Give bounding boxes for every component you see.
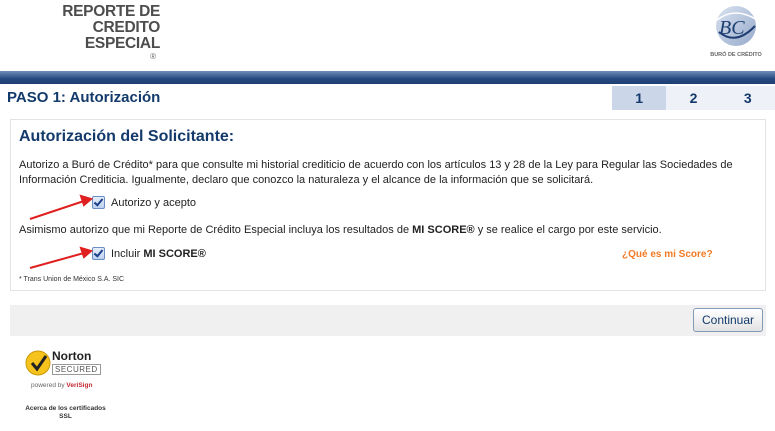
- score-text-after: y se realice el cargo por este servicio.: [474, 224, 662, 236]
- reporte-credito-especial-logo: REPORTE DE CREDITO ESPECIAL ®: [20, 4, 160, 62]
- score-authorization-text: Asimismo autorizo que mi Reporte de Créd…: [19, 224, 662, 236]
- ssl-link-line1: Acerca de los certificados: [25, 405, 106, 412]
- authorization-panel: Autorización del Solicitante: Autorizo a…: [10, 119, 766, 291]
- bc-emblem-icon: BC: [716, 6, 758, 46]
- powered-by-text: powered by VeriSign: [31, 382, 92, 389]
- step-row: PASO 1: Autorización 1 2 3: [0, 86, 775, 110]
- authorization-text: Autorizo a Buró de Crédito* para que con…: [19, 159, 733, 186]
- score-text-bold: MI SCORE®: [412, 224, 475, 236]
- continue-button[interactable]: Continuar: [693, 308, 763, 332]
- powered-brand: VeriSign: [66, 382, 93, 389]
- logo-line-1: REPORTE DE: [62, 3, 160, 20]
- powered-prefix: powered by: [31, 382, 67, 389]
- ssl-link-line2: SSL: [59, 413, 72, 420]
- include-score-checkbox[interactable]: [92, 247, 105, 260]
- ssl-certificates-link[interactable]: Acerca de los certificados SSL: [18, 405, 113, 421]
- panel-title: Autorización del Solicitante:: [19, 128, 235, 145]
- svg-text:BC: BC: [719, 17, 745, 39]
- logo-line-2: CREDITO ESPECIAL: [84, 19, 160, 52]
- authorize-checkbox-label: Autorizo y acepto: [111, 196, 196, 209]
- logo-registered-mark: ®: [150, 52, 156, 61]
- norton-secured-seal[interactable]: Norton SECURED powered by VeriSign: [25, 346, 105, 396]
- authorize-checkbox[interactable]: [92, 196, 105, 209]
- action-bar: Continuar: [10, 305, 766, 336]
- buro-de-credito-logo: BC BURÓ DE CRÉDITO: [705, 2, 767, 64]
- include-score-label-prefix: Incluir: [111, 247, 141, 260]
- step-1: 1: [612, 86, 667, 110]
- authorize-checkbox-row[interactable]: Autorizo y acepto: [92, 196, 196, 209]
- norton-name: Norton: [52, 349, 92, 363]
- what-is-my-score-link[interactable]: ¿Qué es mi Score?: [622, 249, 713, 260]
- step-indicator: 1 2 3: [612, 86, 775, 110]
- norton-secured-text: SECURED: [52, 364, 101, 375]
- header-band: [0, 71, 775, 84]
- footnote: * Trans Union de México S.A. SIC: [19, 276, 125, 283]
- buro-logo-caption: BURÓ DE CRÉDITO: [710, 52, 762, 58]
- step-3: 3: [720, 86, 775, 110]
- include-score-label-bold: MI SCORE®: [143, 247, 206, 260]
- score-text-before: Asimismo autorizo que mi Reporte de Créd…: [19, 224, 413, 236]
- include-score-checkbox-row[interactable]: Incluir MI SCORE®: [92, 247, 206, 260]
- page-title: PASO 1: Autorización: [7, 89, 161, 106]
- norton-check-icon: [25, 350, 51, 376]
- step-2: 2: [666, 86, 721, 110]
